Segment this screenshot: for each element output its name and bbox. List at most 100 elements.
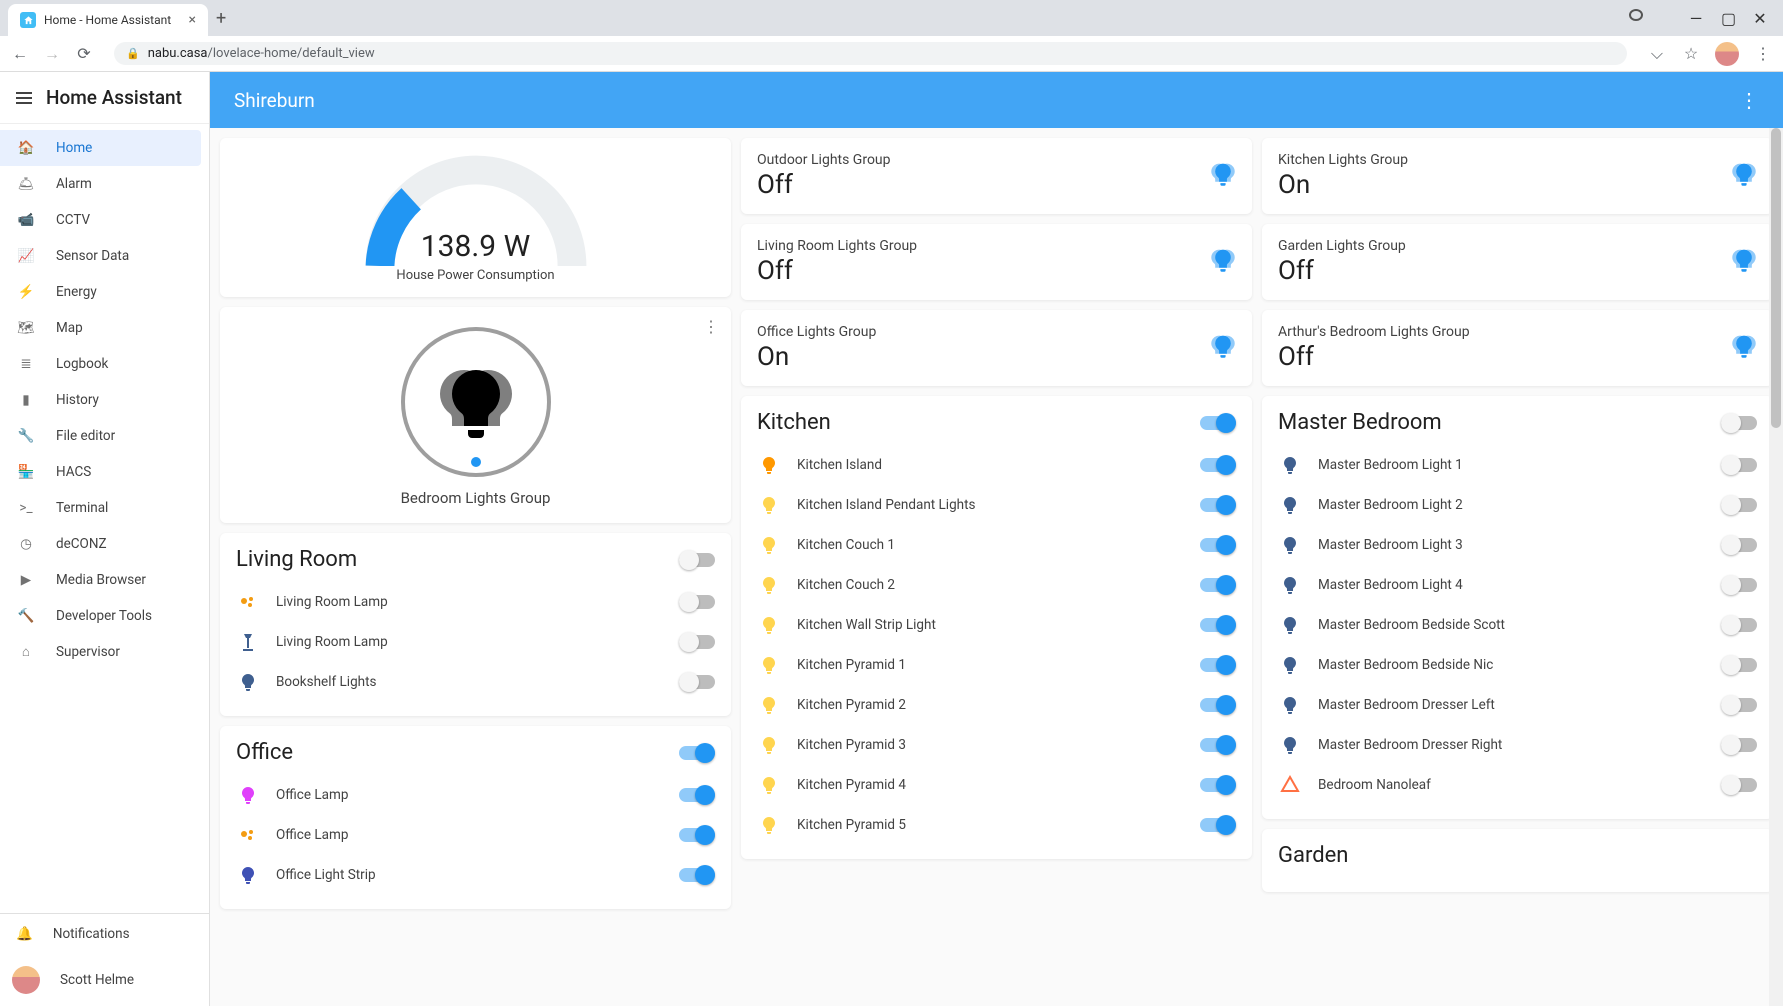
- sidebar-item-map[interactable]: 🗺Map: [0, 310, 209, 346]
- entity-toggle[interactable]: [679, 788, 715, 802]
- entity-toggle[interactable]: [1200, 498, 1236, 512]
- entity-toggle[interactable]: [1200, 578, 1236, 592]
- bulb-icon: [1278, 493, 1302, 517]
- user-avatar-icon: [12, 966, 40, 994]
- entity-toggle[interactable]: [679, 868, 715, 882]
- scrollbar-thumb[interactable]: [1771, 128, 1781, 428]
- sidebar-item-deconz[interactable]: ◷deCONZ: [0, 526, 209, 562]
- card-menu-icon[interactable]: ⋮: [703, 317, 719, 336]
- sidebar-item-home[interactable]: 🏠Home: [0, 130, 201, 166]
- entity-toggle[interactable]: [1721, 618, 1757, 632]
- browser-tab[interactable]: Home - Home Assistant ×: [8, 4, 208, 36]
- close-window-button[interactable]: ✕: [1753, 9, 1767, 28]
- room-header-toggle[interactable]: [679, 553, 715, 567]
- hamburger-icon[interactable]: [16, 92, 32, 104]
- entity-toggle[interactable]: [1200, 618, 1236, 632]
- entity-toggle[interactable]: [1721, 538, 1757, 552]
- entity-toggle[interactable]: [1721, 578, 1757, 592]
- light-group-circle[interactable]: [401, 327, 551, 477]
- entity-toggle[interactable]: [1200, 818, 1236, 832]
- room-header-toggle[interactable]: [1200, 416, 1236, 430]
- entity-toggle[interactable]: [1721, 778, 1757, 792]
- group-state-card[interactable]: Kitchen Lights GroupOn: [1262, 138, 1773, 214]
- notifications-label: Notifications: [53, 926, 130, 942]
- entity-toggle[interactable]: [1200, 738, 1236, 752]
- group-state-card[interactable]: Office Lights GroupOn: [741, 310, 1252, 386]
- terminal-icon: >_: [16, 500, 36, 516]
- entity-toggle[interactable]: [1200, 698, 1236, 712]
- entity-row: Kitchen Wall Strip Light: [757, 605, 1236, 645]
- sidebar-item-sensor-data[interactable]: 📈Sensor Data: [0, 238, 209, 274]
- entity-row: Kitchen Island: [757, 445, 1236, 485]
- sidebar-nav: 🏠Home🛎Alarm📹CCTV📈Sensor Data⚡Energy🗺Map≣…: [0, 124, 209, 913]
- entity-toggle[interactable]: [679, 828, 715, 842]
- office-card: OfficeOffice LampOffice LampOffice Light…: [220, 726, 731, 909]
- header-menu-icon[interactable]: ⋮: [1739, 88, 1759, 112]
- entity-toggle[interactable]: [679, 635, 715, 649]
- entity-row: Master Bedroom Light 2: [1278, 485, 1757, 525]
- tab-close-icon[interactable]: ×: [189, 12, 196, 28]
- hass-icon: ⌂: [16, 644, 36, 660]
- sidebar-item-media-browser[interactable]: ▶Media Browser: [0, 562, 209, 598]
- maximize-button[interactable]: ▢: [1721, 9, 1735, 28]
- sidebar-item-cctv[interactable]: 📹CCTV: [0, 202, 209, 238]
- entity-toggle[interactable]: [1200, 538, 1236, 552]
- group-state-card[interactable]: Arthur's Bedroom Lights GroupOff: [1262, 310, 1773, 386]
- sidebar-item-label: Terminal: [56, 500, 108, 516]
- bedroom-lights-group-card[interactable]: ⋮ Bedroom Lights Group: [220, 307, 731, 523]
- entity-row: Office Light Strip: [236, 855, 715, 895]
- sidebar-item-label: Media Browser: [56, 572, 146, 588]
- entity-toggle[interactable]: [1200, 778, 1236, 792]
- group-state-card[interactable]: Garden Lights GroupOff: [1262, 224, 1773, 300]
- forward-button[interactable]: →: [42, 44, 62, 64]
- sidebar-item-developer-tools[interactable]: 🔨Developer Tools: [0, 598, 209, 634]
- entity-toggle[interactable]: [1721, 658, 1757, 672]
- minimize-button[interactable]: —: [1689, 9, 1703, 28]
- user-profile-item[interactable]: Scott Helme: [0, 954, 209, 1006]
- gauge-value: 138.9 W: [356, 229, 596, 264]
- entity-toggle[interactable]: [1200, 458, 1236, 472]
- light-group-icon: [1210, 161, 1236, 191]
- install-icon[interactable]: ⌵: [1647, 44, 1667, 64]
- sidebar-item-terminal[interactable]: >_ Terminal: [0, 490, 209, 526]
- bookmark-icon[interactable]: ☆: [1681, 44, 1701, 63]
- sidebar-item-label: Alarm: [56, 176, 92, 192]
- record-icon[interactable]: [1629, 9, 1643, 21]
- profile-avatar[interactable]: [1715, 42, 1739, 66]
- sidebar-item-logbook[interactable]: ≣Logbook: [0, 346, 209, 382]
- sidebar-item-alarm[interactable]: 🛎Alarm: [0, 166, 209, 202]
- light-group-icon: [1731, 161, 1757, 191]
- entity-toggle[interactable]: [1721, 698, 1757, 712]
- entity-toggle[interactable]: [1721, 458, 1757, 472]
- light-group-icon: [1731, 333, 1757, 363]
- group-state-card[interactable]: Outdoor Lights GroupOff: [741, 138, 1252, 214]
- sidebar-item-hacs[interactable]: 🏪HACS: [0, 454, 209, 490]
- sidebar-item-file-editor[interactable]: 🔧File editor: [0, 418, 209, 454]
- entity-toggle[interactable]: [1200, 658, 1236, 672]
- group-state-card[interactable]: Living Room Lights GroupOff: [741, 224, 1252, 300]
- sidebar-item-supervisor[interactable]: ⌂Supervisor: [0, 634, 209, 670]
- bulb-icon: [1278, 573, 1302, 597]
- url-field[interactable]: 🔒 nabu.casa/lovelace-home/default_view: [114, 42, 1627, 65]
- group-name: Office Lights Group: [757, 324, 876, 340]
- power-gauge-card[interactable]: 138.9 W House Power Consumption: [220, 138, 731, 297]
- room-header-toggle[interactable]: [1721, 416, 1757, 430]
- entity-toggle[interactable]: [679, 595, 715, 609]
- new-tab-button[interactable]: +: [216, 8, 226, 29]
- entity-row: Kitchen Island Pendant Lights: [757, 485, 1236, 525]
- room-header-toggle[interactable]: [679, 746, 715, 760]
- sidebar-item-history[interactable]: ▮History: [0, 382, 209, 418]
- entity-toggle[interactable]: [1721, 738, 1757, 752]
- entity-row: Kitchen Pyramid 1: [757, 645, 1236, 685]
- chrome-menu-icon[interactable]: ⋮: [1753, 44, 1773, 63]
- reload-button[interactable]: ⟳: [74, 44, 94, 63]
- entity-toggle[interactable]: [679, 675, 715, 689]
- bulb-icon: [236, 670, 260, 694]
- light-group-title: Bedroom Lights Group: [236, 489, 715, 507]
- bulb-icon: [757, 453, 781, 477]
- notifications-item[interactable]: 🔔 Notifications: [0, 914, 209, 954]
- back-button[interactable]: ←: [10, 44, 30, 64]
- sidebar-item-energy[interactable]: ⚡Energy: [0, 274, 209, 310]
- entity-toggle[interactable]: [1721, 498, 1757, 512]
- sidebar-item-label: deCONZ: [56, 536, 107, 552]
